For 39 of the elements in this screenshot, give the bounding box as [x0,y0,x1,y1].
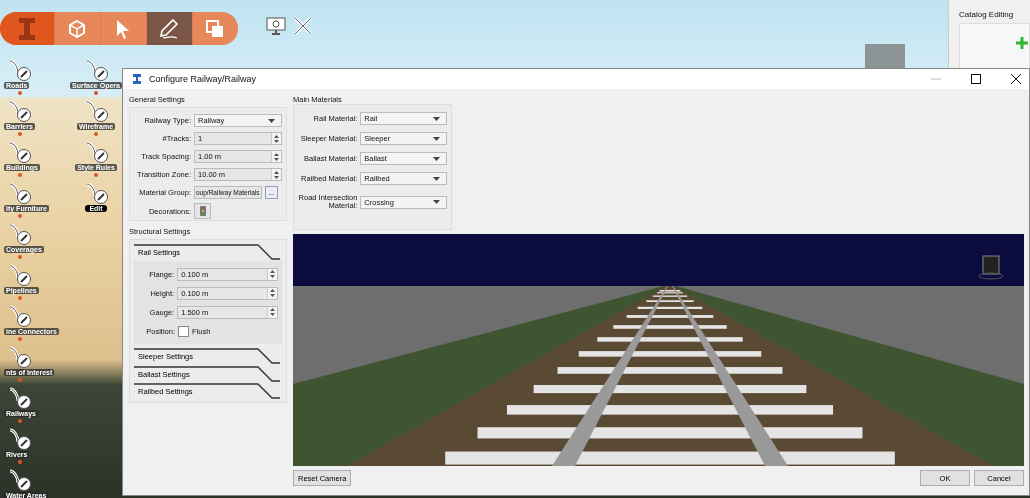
step-dot [94,91,98,95]
step-dot [18,255,22,259]
caret-icon [433,116,440,121]
spin-arrows-icon[interactable] [270,288,275,299]
caret-icon [433,200,440,204]
spin-arrows-icon[interactable] [274,151,279,162]
window-title: Configure Railway/Railway [149,74,257,84]
caret-icon [433,156,440,161]
spin-arrows-icon[interactable] [274,169,279,180]
app-logo-icon [0,12,54,45]
spin-arrows-icon[interactable] [270,269,275,280]
step-dot [18,214,22,218]
step-dot [18,419,22,423]
step-dot [18,337,22,341]
step-dot [18,378,22,382]
pencil-tool[interactable] [145,12,192,45]
step-dot [94,173,98,177]
caret-icon [433,136,440,141]
traffic-light-icon [199,206,206,216]
panel-title: Catalog Editing [959,10,1014,19]
step-dot [18,132,22,136]
cube-icon [67,18,88,39]
step-dot [94,132,98,136]
app-logo-icon [131,73,143,85]
overlap-squares-icon [205,18,226,39]
spin-arrows-icon[interactable] [274,133,279,144]
step-dot [18,296,22,300]
close-icon[interactable] [1011,74,1021,84]
monitor-icon[interactable] [266,16,286,36]
maximize-icon[interactable] [971,74,981,84]
step-dot [18,173,22,177]
caret-icon [268,118,275,123]
spin-arrows-icon[interactable] [270,307,275,318]
step-dot [18,91,22,95]
building-block [865,44,905,70]
caret-icon [433,176,440,181]
checkbox[interactable] [178,325,189,337]
step-dot [18,460,22,464]
decorations-button[interactable] [194,203,211,219]
